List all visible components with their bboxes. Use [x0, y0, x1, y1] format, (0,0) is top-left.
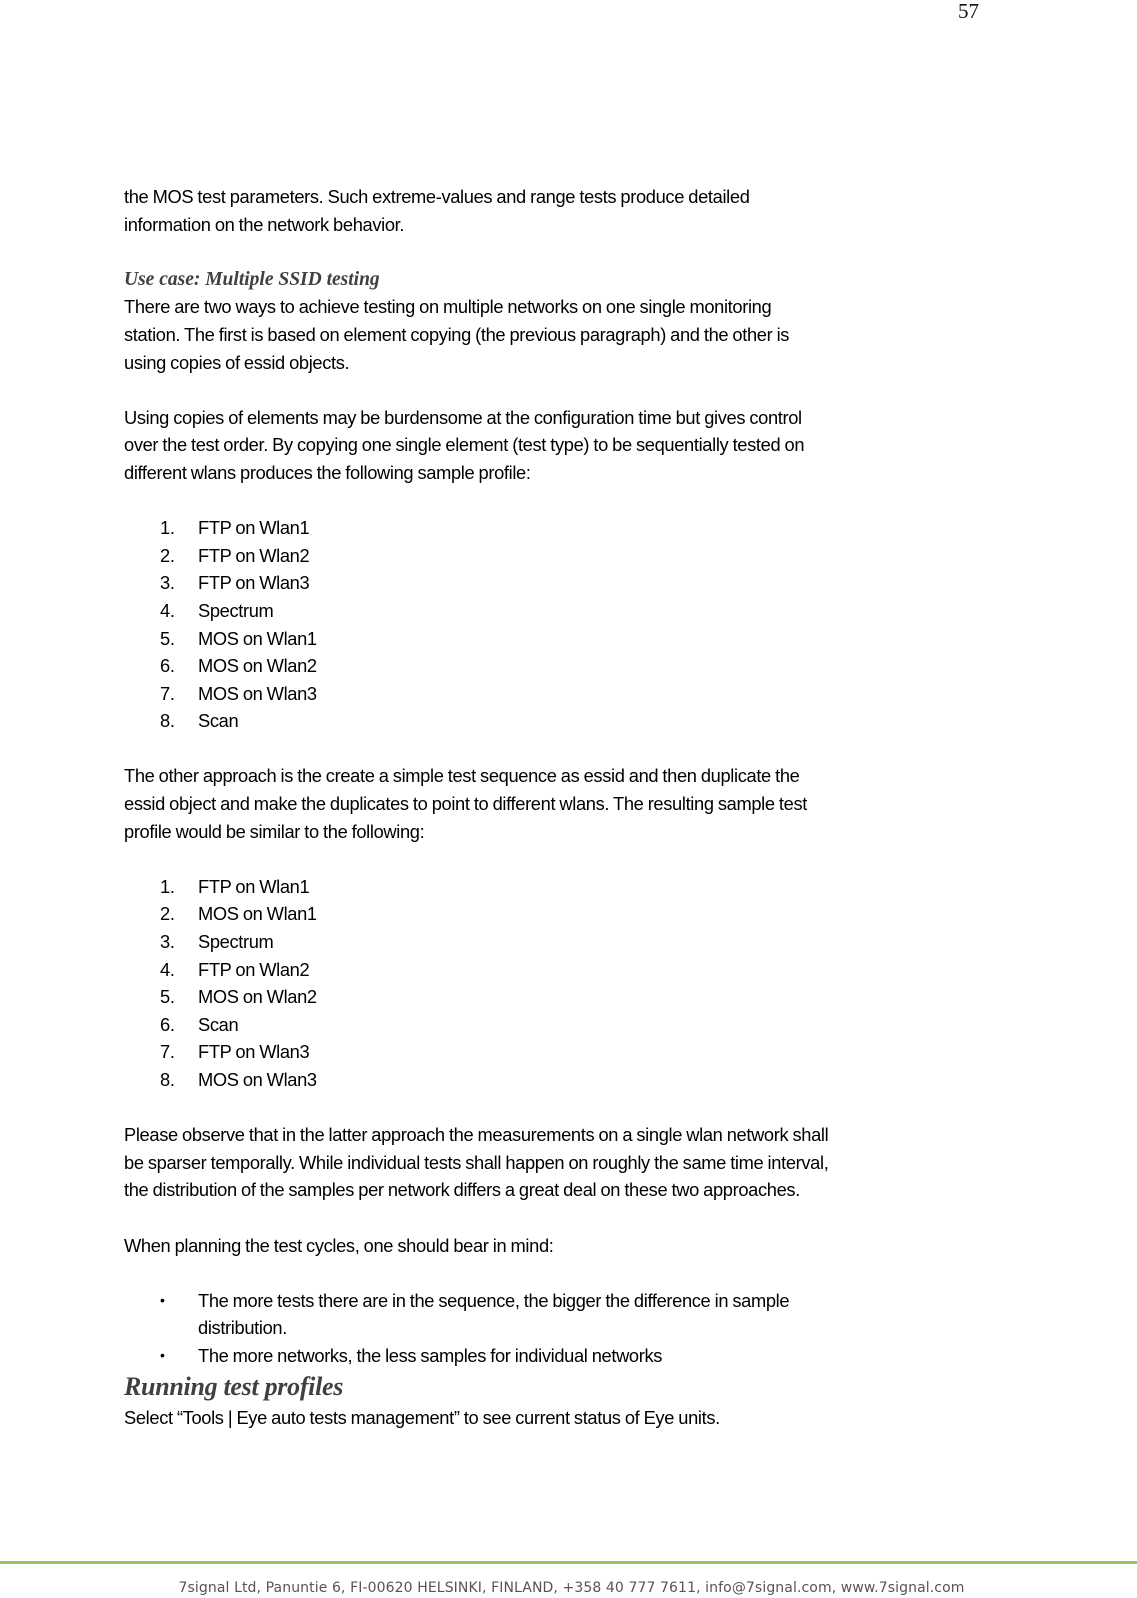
list-text: MOS on Wlan1 — [198, 627, 317, 649]
paragraph-please-observe: Please observe that in the latter approa… — [124, 1121, 1004, 1204]
bullet-text: The more networks, the less samples for … — [198, 1342, 1004, 1370]
list-item: 7. MOS on Wlan3 — [124, 680, 1004, 708]
list-number: 2. — [160, 903, 175, 925]
bullet-item: • The more networks, the less samples fo… — [124, 1342, 1004, 1370]
paragraph-other-approach: The other approach is the create a simpl… — [124, 762, 1004, 845]
sample-profile-list-element-copying: 1. FTP on Wlan1 2. FTP on Wlan2 3. FTP on W… — [124, 514, 1004, 735]
list-text: FTP on Wlan1 — [198, 875, 310, 897]
intro-paragraph: the MOS test parameters. Such extreme-va… — [124, 183, 1004, 238]
list-number: 8. — [160, 1069, 175, 1090]
list-text: Spectrum — [198, 599, 274, 621]
list-number: 7. — [160, 1041, 175, 1063]
bullet-text: The more tests there are in the sequence… — [198, 1287, 1004, 1342]
list-number: 2. — [160, 544, 175, 566]
text-line: profile would be similar to the followin… — [124, 820, 425, 842]
list-item: 5. MOS on Wlan1 — [124, 625, 1004, 653]
list-item: 4. FTP on Wlan2 — [124, 956, 1004, 984]
footer-divider — [0, 1561, 1137, 1564]
list-item: 7. FTP on Wlan3 — [124, 1038, 1004, 1066]
running-test-profiles-heading: Running test profiles — [124, 1371, 344, 1401]
text-line: the distribution of the samples per netw… — [124, 1179, 800, 1201]
list-text: FTP on Wlan3 — [198, 572, 310, 594]
text-line: Using copies of elements may be burdenso… — [124, 406, 802, 428]
list-text: Spectrum — [198, 931, 274, 953]
list-item: 2. FTP on Wlan2 — [124, 542, 1004, 570]
page-number: 57 — [958, 0, 979, 23]
list-number: 4. — [160, 958, 175, 980]
list-number: 3. — [160, 572, 175, 594]
list-number: 3. — [160, 931, 175, 953]
list-item: 6. MOS on Wlan2 — [124, 652, 1004, 680]
list-item: 2. MOS on Wlan1 — [124, 900, 1004, 928]
list-item: 6. Scan — [124, 1011, 1004, 1039]
list-number: 1. — [160, 875, 175, 897]
paragraph-copies-of-elements: Using copies of elements may be burdenso… — [124, 404, 1004, 487]
list-text: MOS on Wlan2 — [198, 986, 317, 1008]
text-line: over the test order. By copying one sing… — [124, 434, 805, 456]
document-body: the MOS test parameters. Such extreme-va… — [124, 183, 1004, 1431]
list-item: 5. MOS on Wlan2 — [124, 983, 1004, 1011]
list-number: 5. — [160, 986, 175, 1008]
text-line: Please observe that in the latter approa… — [124, 1124, 829, 1146]
text-line: The more tests there are in the sequence… — [198, 1289, 790, 1311]
text-line: station. The first is based on element c… — [124, 323, 790, 345]
list-item: 8. MOS on Wlan3 — [124, 1066, 1004, 1094]
list-text: Scan — [198, 1013, 239, 1035]
planning-bullet-list: • The more tests there are in the sequen… — [124, 1287, 1004, 1370]
list-text: Scan — [198, 710, 239, 732]
list-number: 4. — [160, 599, 175, 621]
list-item: 1. FTP on Wlan1 — [124, 514, 1004, 542]
list-number: 6. — [160, 1013, 175, 1035]
bullet-item: • The more tests there are in the sequen… — [124, 1287, 1004, 1342]
list-item: 1. FTP on Wlan1 — [124, 873, 1004, 901]
text-line: be sparser temporally. While individual … — [124, 1151, 829, 1173]
list-text: MOS on Wlan3 — [198, 1069, 317, 1090]
list-number: 8. — [160, 710, 175, 732]
list-item: 8. Scan — [124, 707, 1004, 735]
list-text: MOS on Wlan1 — [198, 903, 317, 925]
list-text: FTP on Wlan3 — [198, 1041, 310, 1063]
list-number: 5. — [160, 627, 175, 649]
list-text: MOS on Wlan2 — [198, 655, 317, 677]
use-case-heading: Use case: Multiple SSID testing — [124, 268, 380, 290]
list-text: MOS on Wlan3 — [198, 682, 317, 704]
sample-profile-list-essid-duplication: 1. FTP on Wlan1 2. MOS on Wlan1 3. Spectrum… — [124, 873, 1004, 1094]
text-line: different wlans produces the following s… — [124, 461, 531, 483]
list-text: FTP on Wlan2 — [198, 544, 310, 566]
text-line: essid object and make the duplicates to … — [124, 793, 808, 815]
bullet-icon: • — [160, 1291, 165, 1308]
list-item: 3. FTP on Wlan3 — [124, 569, 1004, 597]
footer-contact-info: 7signal Ltd, Panuntie 6, FI-00620 HELSIN… — [178, 1580, 965, 1596]
text-line: There are two ways to achieve testing on… — [124, 296, 772, 318]
list-text: FTP on Wlan1 — [198, 517, 310, 539]
list-number: 6. — [160, 655, 175, 677]
list-item: 3. Spectrum — [124, 928, 1004, 956]
paragraph-two-ways: There are two ways to achieve testing on… — [124, 293, 1004, 376]
text-line: The other approach is the create a simpl… — [124, 765, 800, 787]
list-number: 7. — [160, 682, 175, 704]
text-line: information on the network behavior. — [124, 213, 405, 235]
list-number: 1. — [160, 517, 175, 539]
bullet-icon: • — [160, 1346, 165, 1363]
text-line: distribution. — [198, 1317, 287, 1339]
list-item: 4. Spectrum — [124, 597, 1004, 625]
text-line: The more networks, the less samples for … — [198, 1344, 663, 1366]
list-text: FTP on Wlan2 — [198, 958, 310, 980]
text-line: the MOS test parameters. Such extreme-va… — [124, 186, 750, 207]
text-line: using copies of essid objects. — [124, 351, 350, 373]
paragraph-planning: When planning the test cycles, one shoul… — [124, 1234, 554, 1256]
running-test-profiles-text: Select “Tools | Eye auto tests managemen… — [124, 1406, 720, 1428]
